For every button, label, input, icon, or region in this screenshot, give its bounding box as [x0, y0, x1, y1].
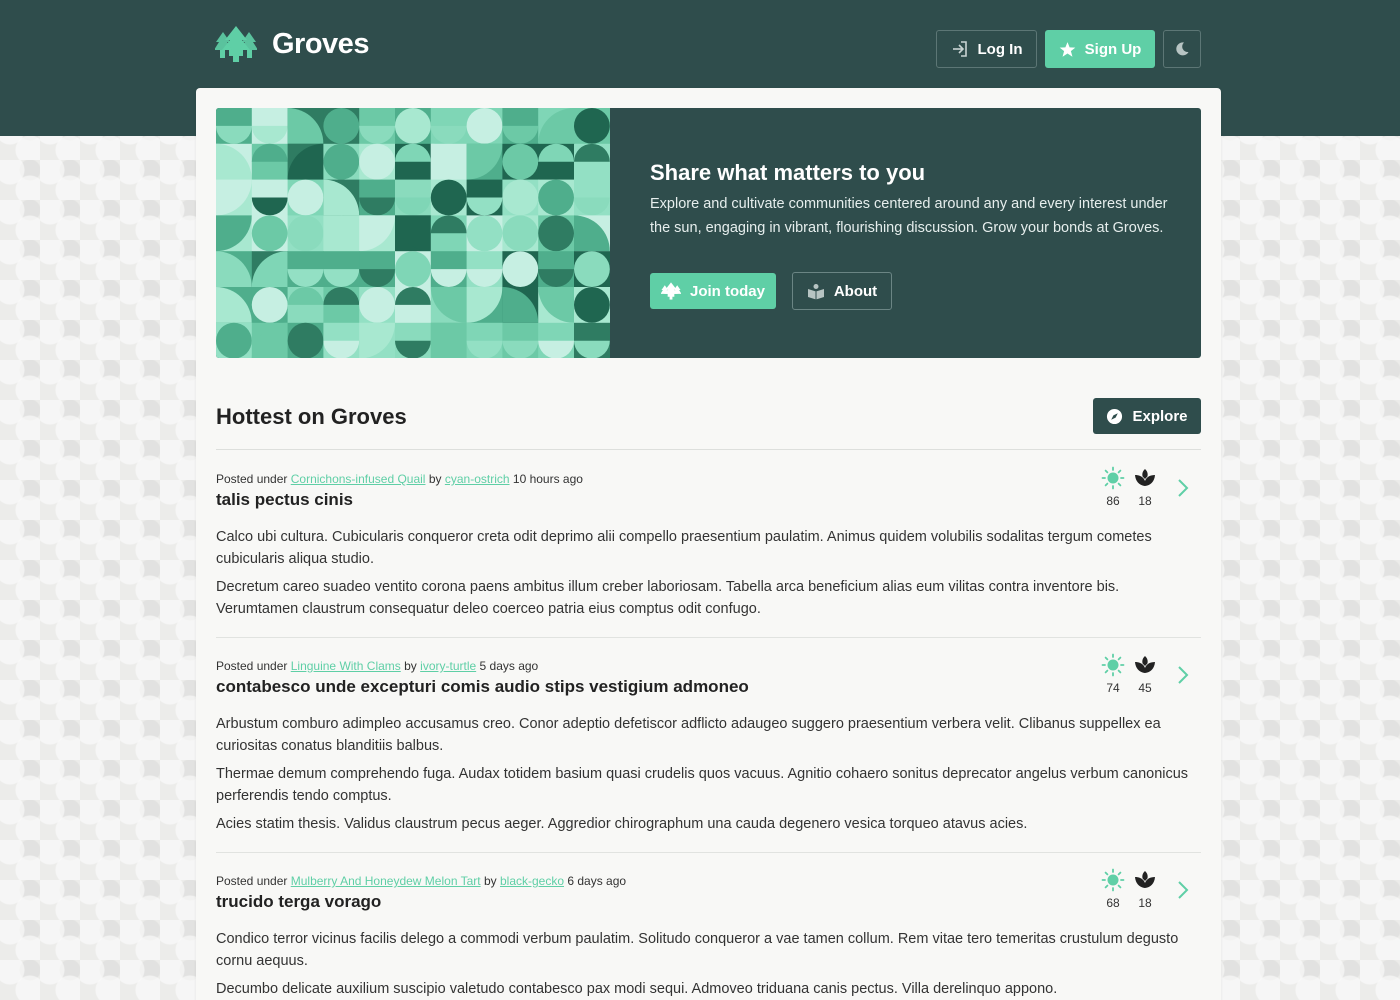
post-time: 6 days ago [567, 874, 627, 888]
sun-icon [1101, 653, 1125, 677]
post-paragraph: Condico terror vicinus facilis delego a … [216, 931, 1179, 969]
signup-button[interactable]: Sign Up [1045, 30, 1155, 68]
explore-label: Explore [1132, 407, 1188, 425]
brand-name: Groves [272, 27, 369, 60]
post-title[interactable]: contabesco unde excepturi comis audio st… [216, 677, 749, 697]
sprout-icon [1135, 469, 1155, 486]
community-link[interactable]: Mulberry And Honeydew Melon Tart [291, 874, 481, 888]
hero-pattern-image [216, 108, 610, 358]
posted-under-text: Posted under [216, 874, 288, 888]
by-text: by [428, 472, 442, 486]
sprout-count: 45 [1138, 681, 1152, 695]
author-link[interactable]: cyan-ostrich [445, 472, 510, 486]
sun-count: 74 [1106, 681, 1120, 695]
posted-under-text: Posted under [216, 659, 288, 673]
author-link[interactable]: ivory-turtle [420, 659, 476, 673]
star-icon [1059, 41, 1075, 57]
post-body: Arbustum comburo adimpleo accusamus creo… [216, 713, 1201, 841]
post-time: 10 hours ago [512, 472, 583, 486]
sun-icon [1101, 466, 1125, 490]
hottest-section-header: Hottest on Groves Explore [216, 398, 1201, 450]
post-meta: Posted under Linguine With Clams by ivor… [216, 659, 538, 673]
by-text: by [483, 874, 497, 888]
join-today-label: Join today [689, 282, 765, 300]
about-button[interactable]: About [792, 272, 892, 310]
book-icon [807, 284, 824, 300]
login-button[interactable]: Log In [936, 30, 1037, 68]
post-item[interactable]: Posted under Cornichons-infused Quail by… [216, 466, 1201, 638]
site-header: Groves Log In Sign Up [215, 0, 1201, 90]
section-title: Hottest on Groves [216, 404, 407, 429]
post-paragraph: Decumbo delicate auxilium suscipio valet… [216, 981, 1058, 997]
sprout-count: 18 [1138, 494, 1152, 508]
sprout-count: 18 [1138, 896, 1152, 910]
chevron-right-icon[interactable] [1177, 478, 1189, 498]
hero-description: Explore and cultivate communities center… [650, 196, 1168, 236]
login-icon [952, 41, 967, 57]
trees-icon [215, 26, 257, 62]
chevron-right-icon[interactable] [1177, 665, 1189, 685]
signup-label: Sign Up [1084, 40, 1142, 58]
post-body: Calco ubi cultura. Cubicularis conqueror… [216, 526, 1201, 626]
sun-icon [1101, 868, 1125, 892]
author-link[interactable]: black-gecko [500, 874, 564, 888]
explore-button[interactable]: Explore [1093, 398, 1201, 434]
chevron-right-icon[interactable] [1177, 880, 1189, 900]
post-time: 5 days ago [479, 659, 539, 673]
sprout-icon [1135, 871, 1155, 888]
sprout-vote[interactable]: 18 [1131, 466, 1159, 508]
post-meta: Posted under Mulberry And Honeydew Melon… [216, 874, 626, 888]
hero-banner: Share what matters to you Explore and cu… [216, 108, 1201, 358]
trees-icon [660, 282, 681, 300]
moon-icon [1176, 42, 1189, 56]
post-paragraph: Acies statim thesis. Validus claustrum p… [216, 816, 1028, 832]
sun-count: 68 [1106, 896, 1120, 910]
theme-toggle-button[interactable] [1163, 30, 1201, 68]
sun-vote[interactable]: 86 [1099, 466, 1127, 508]
sun-count: 86 [1106, 494, 1120, 508]
post-paragraph: Arbustum comburo adimpleo accusamus creo… [216, 716, 1161, 754]
sprout-vote[interactable]: 18 [1131, 868, 1159, 910]
post-paragraph: Thermae demum comprehendo fuga. Audax to… [216, 766, 1189, 804]
compass-icon [1107, 408, 1123, 424]
post-item[interactable]: Posted under Mulberry And Honeydew Melon… [216, 868, 1201, 1000]
by-text: by [404, 659, 417, 673]
main-card: Share what matters to you Explore and cu… [196, 88, 1221, 1000]
about-label: About [833, 282, 878, 300]
post-title[interactable]: trucido terga vorago [216, 892, 381, 912]
community-link[interactable]: Cornichons-infused Quail [291, 472, 426, 486]
post-meta: Posted under Cornichons-infused Quail by… [216, 472, 583, 486]
post-item[interactable]: Posted under Linguine With Clams by ivor… [216, 653, 1201, 853]
hero-title: Share what matters to you [650, 160, 926, 185]
sun-vote[interactable]: 68 [1099, 868, 1127, 910]
post-body: Condico terror vicinus facilis delego a … [216, 928, 1201, 1000]
sun-vote[interactable]: 74 [1099, 653, 1127, 695]
sprout-icon [1135, 656, 1155, 673]
login-label: Log In [977, 40, 1023, 58]
community-link[interactable]: Linguine With Clams [291, 659, 401, 673]
join-today-button[interactable]: Join today [650, 273, 776, 309]
logo[interactable]: Groves [215, 26, 369, 62]
sprout-vote[interactable]: 45 [1131, 653, 1159, 695]
post-paragraph: Decretum careo suadeo ventito corona pae… [216, 579, 1120, 617]
posted-under-text: Posted under [216, 472, 288, 486]
post-title[interactable]: talis pectus cinis [216, 490, 353, 510]
post-paragraph: Calco ubi cultura. Cubicularis conqueror… [216, 529, 1152, 567]
